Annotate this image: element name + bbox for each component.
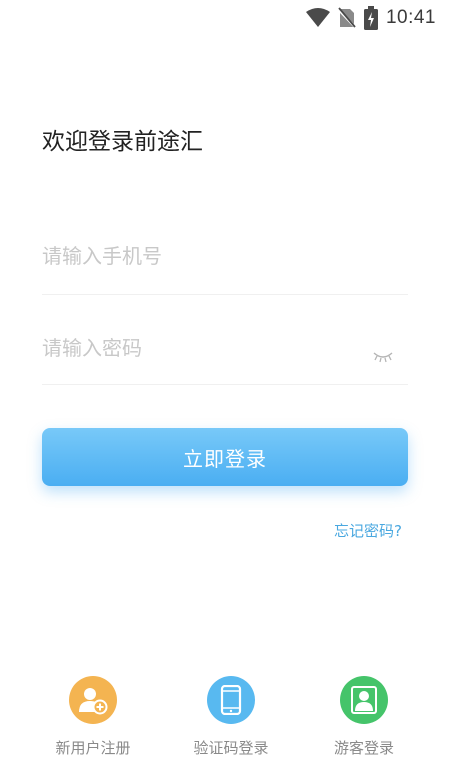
guest-login-action[interactable]: 游客登录 [304, 676, 424, 758]
register-action[interactable]: 新用户注册 [33, 676, 153, 758]
status-time: 10:41 [385, 7, 436, 28]
wifi-icon [305, 8, 330, 27]
status-icons: 10:41 [305, 6, 436, 30]
welcome-title: 欢迎登录前途汇 [42, 129, 203, 155]
user-icon [340, 676, 388, 724]
forgot-password-link[interactable]: 忘记密码? [334, 520, 402, 541]
status-bar: 10:41 [0, 0, 450, 36]
register-label: 新用户注册 [55, 739, 131, 757]
phone-icon [207, 676, 255, 724]
phone-field [42, 244, 408, 295]
guest-login-label: 游客登录 [333, 739, 394, 757]
password-field [42, 336, 408, 385]
no-sim-icon [337, 7, 356, 29]
battery-charging-icon [363, 6, 378, 30]
eye-closed-icon[interactable] [372, 350, 394, 364]
phone-input[interactable] [42, 244, 342, 268]
user-add-icon [69, 676, 117, 724]
password-input[interactable] [42, 336, 342, 360]
sms-login-label: 验证码登录 [193, 739, 269, 757]
login-button[interactable]: 立即登录 [42, 428, 408, 486]
sms-login-action[interactable]: 验证码登录 [171, 676, 291, 758]
